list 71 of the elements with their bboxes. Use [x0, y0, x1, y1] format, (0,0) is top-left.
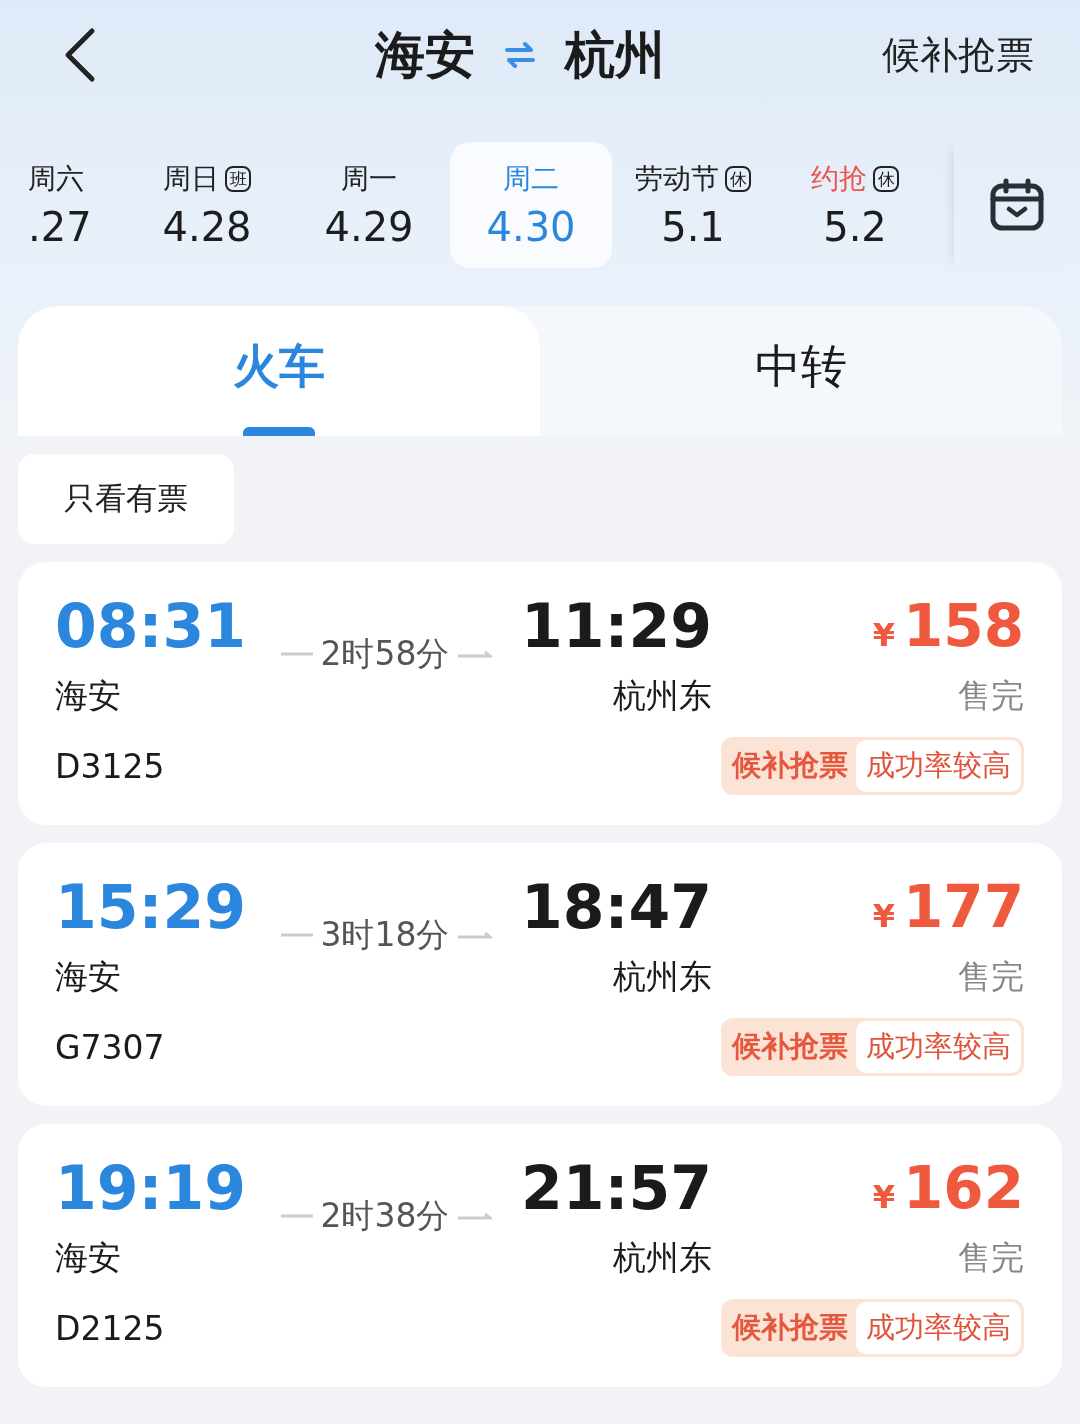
price-label: 158 [902, 592, 1024, 660]
success-rate-label: 成功率较高 [856, 1021, 1021, 1073]
train-card[interactable]: 15:29 3时18分 18:47 ¥177 海安 杭州东 售完 G7307 候补抢票 成功率较高 [18, 843, 1062, 1106]
date-tab[interactable]: 周二 4.30 [450, 142, 612, 268]
duration-label: 2时38分 [320, 1194, 450, 1237]
departure-city: 海安 [375, 24, 475, 86]
weekday-label: 周一 [341, 161, 397, 197]
departure-time: 15:29 [55, 872, 247, 942]
holiday-badge: 休 [725, 166, 751, 192]
date-label: 4.28 [162, 204, 252, 250]
waitlist-label: 候补抢票 [730, 1028, 849, 1065]
date-tab[interactable]: 劳动节 休 5.1 [612, 142, 774, 268]
sold-out-label: 售完 [958, 674, 1024, 717]
holiday-badge: 休 [873, 166, 899, 192]
dash-icon [278, 931, 315, 939]
departure-station: 海安 [55, 1236, 122, 1279]
date-label: 5.2 [823, 204, 887, 250]
weekday-label: 劳动节 [635, 161, 719, 197]
waitlist-link[interactable]: 候补抢票 [882, 29, 1034, 81]
calendar-icon[interactable] [989, 177, 1045, 233]
date-label: 4.29 [324, 204, 414, 250]
weekday-label: 周六 [28, 161, 84, 197]
holiday-badge: 班 [225, 166, 251, 192]
success-rate-label: 成功率较高 [856, 740, 1021, 792]
arrival-city: 杭州 [565, 24, 665, 86]
arrival-station: 杭州东 [613, 955, 712, 998]
currency-symbol: ¥ [872, 616, 895, 654]
date-tab[interactable]: 约抢 休 5.2 [774, 142, 936, 268]
duration-label: 3时18分 [320, 913, 450, 956]
dash-icon [278, 650, 315, 658]
departure-time: 19:19 [55, 1153, 247, 1223]
arrival-station: 杭州东 [613, 1236, 712, 1279]
date-label: 4.30 [486, 204, 576, 250]
weekday-label: 约抢 [811, 161, 867, 197]
departure-station: 海安 [55, 955, 122, 998]
dash-icon [278, 1212, 315, 1220]
price-label: 177 [902, 873, 1024, 941]
date-label: 5.1 [661, 204, 725, 250]
waitlist-tag[interactable]: 候补抢票 成功率较高 [721, 1018, 1024, 1076]
mode-tab[interactable]: 中转 [540, 306, 1062, 436]
sold-out-label: 售完 [958, 955, 1024, 998]
waitlist-tag[interactable]: 候补抢票 成功率较高 [721, 1299, 1024, 1357]
train-number: D2125 [55, 1308, 166, 1348]
train-card[interactable]: 08:31 2时58分 11:29 ¥158 海安 杭州东 售完 D3125 候补抢票 成功率较高 [18, 562, 1062, 825]
weekday-label: 周二 [503, 161, 559, 197]
weekday-label: 周日 [163, 161, 219, 197]
departure-time: 08:31 [55, 591, 247, 661]
waitlist-label: 候补抢票 [730, 747, 849, 784]
arrival-time: 21:57 [521, 1153, 712, 1223]
sold-out-label: 售完 [958, 1236, 1024, 1279]
date-tab[interactable]: 周日 班 4.28 [126, 142, 288, 268]
date-label: .27 [28, 204, 92, 250]
waitlist-tag[interactable]: 候补抢票 成功率较高 [721, 737, 1024, 795]
currency-symbol: ¥ [872, 897, 895, 935]
swap-icon[interactable] [503, 40, 537, 70]
success-rate-label: 成功率较高 [856, 1302, 1021, 1354]
train-card[interactable]: 19:19 2时38分 21:57 ¥162 海安 杭州东 售完 D2125 候补抢票 成功率较高 [18, 1124, 1062, 1387]
waitlist-label: 候补抢票 [730, 1309, 849, 1346]
train-number: D3125 [55, 746, 166, 786]
currency-symbol: ¥ [872, 1178, 895, 1216]
departure-station: 海安 [55, 674, 122, 717]
mode-tab[interactable]: 火车 [18, 306, 540, 436]
duration-label: 2时58分 [320, 632, 450, 675]
train-number: G7307 [55, 1027, 166, 1067]
arrival-time: 18:47 [521, 872, 712, 942]
price-label: 162 [902, 1154, 1024, 1222]
arrival-station: 杭州东 [613, 674, 712, 717]
arrival-time: 11:29 [521, 591, 712, 661]
date-tab[interactable]: 周六 .27 [0, 142, 126, 268]
filter-chip[interactable]: 只看有票 [18, 454, 234, 544]
date-tab[interactable]: 周一 4.29 [288, 142, 450, 268]
